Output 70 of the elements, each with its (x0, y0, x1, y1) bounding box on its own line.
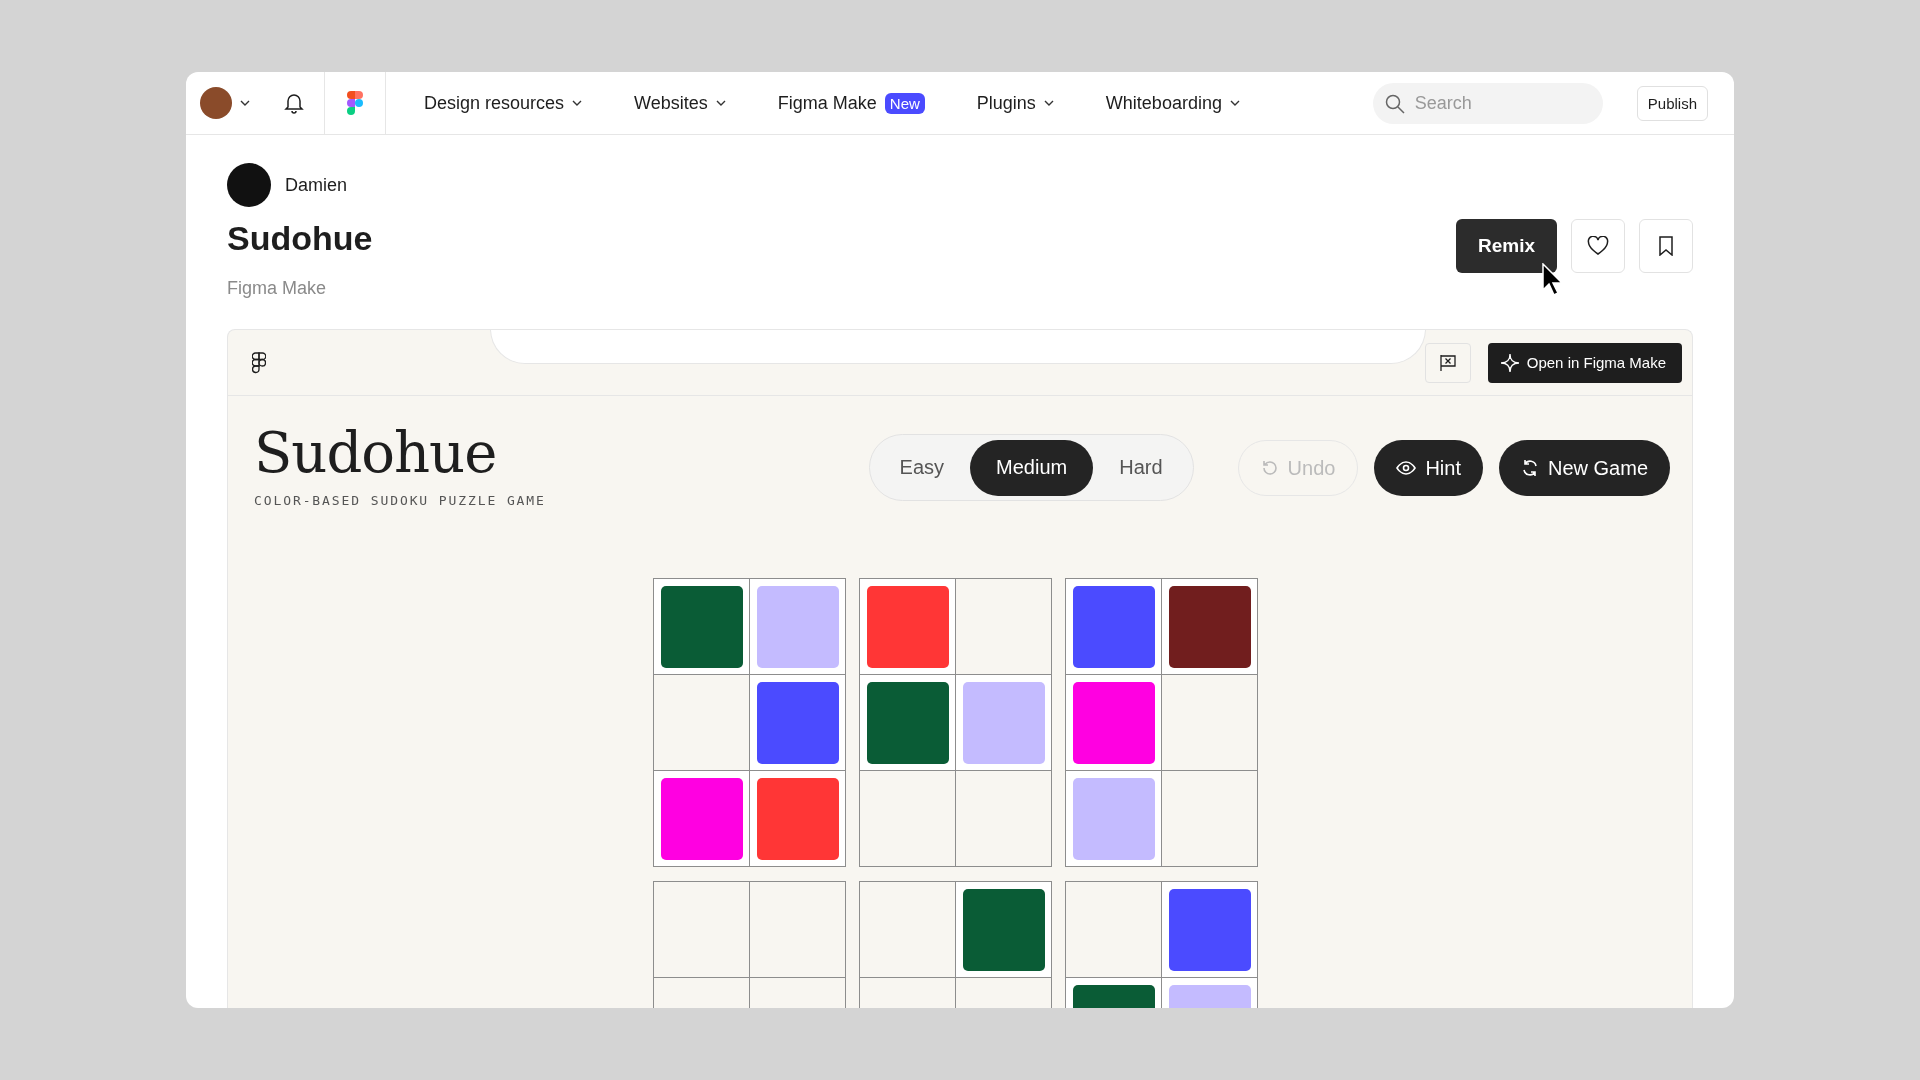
bookmark-icon (1659, 236, 1673, 256)
grid-cell[interactable] (860, 771, 956, 867)
chevron-down-icon (240, 100, 250, 106)
grid-cell[interactable] (654, 771, 750, 867)
hint-button[interactable]: Hint (1374, 440, 1483, 496)
grid-cell[interactable] (860, 579, 956, 675)
grid-cell[interactable] (1162, 579, 1258, 675)
difficulty-tab[interactable]: Easy (873, 439, 971, 496)
grid-cell[interactable] (750, 579, 846, 675)
grid-cell[interactable] (750, 882, 846, 978)
new-badge: New (884, 92, 925, 114)
grid-cell[interactable] (860, 675, 956, 771)
grid-cell[interactable] (750, 675, 846, 771)
color-tile[interactable] (660, 777, 743, 860)
color-tile[interactable] (866, 681, 949, 764)
grid-cell[interactable] (1066, 675, 1162, 771)
color-tile[interactable] (962, 681, 1045, 764)
grid-cell[interactable] (1066, 771, 1162, 867)
author-name[interactable]: Damien (285, 174, 348, 196)
remix-button[interactable]: Remix (1456, 219, 1557, 273)
eye-icon (1396, 461, 1417, 475)
nav-link[interactable]: Websites (634, 92, 708, 114)
grid-cell[interactable] (750, 771, 846, 867)
logo-icon[interactable] (347, 91, 363, 115)
game-title: Sudohue (254, 425, 498, 481)
grid-cell[interactable] (1162, 882, 1258, 978)
bookmark-button[interactable] (1639, 219, 1693, 273)
color-tile[interactable] (1168, 585, 1251, 668)
nav-link[interactable]: Whiteboarding (1105, 92, 1222, 114)
grid-cell[interactable] (956, 771, 1052, 867)
file-subtitle: Figma Make (227, 278, 328, 299)
undo-icon (1260, 459, 1279, 477)
color-tile[interactable] (1072, 585, 1155, 668)
color-tile[interactable] (1072, 777, 1155, 860)
game-tagline: COLOR-BASED SUDOKU PUZZLE GAME (254, 493, 546, 508)
nav-link[interactable]: Figma Make (777, 92, 877, 114)
nav-link[interactable]: Plugins (976, 92, 1036, 114)
grid-cell[interactable] (956, 675, 1052, 771)
grid-cell[interactable] (1162, 675, 1258, 771)
color-tile[interactable] (756, 585, 839, 668)
color-tile[interactable] (1072, 681, 1155, 764)
open-button[interactable]: Open in Figma Make (1487, 342, 1682, 383)
flag-icon (1438, 353, 1457, 372)
publish-button[interactable]: Publish (1636, 85, 1708, 121)
color-tile[interactable] (962, 888, 1045, 971)
logo-icon (252, 351, 266, 374)
difficulty-tab[interactable]: Medium (970, 439, 1094, 496)
grid-cell[interactable] (654, 882, 750, 978)
grid-cell[interactable] (956, 882, 1052, 978)
difficulty-tab[interactable]: Hard (1093, 439, 1189, 496)
file-title: Sudohue (227, 219, 373, 258)
sparkle-icon (1499, 352, 1520, 373)
nav-link[interactable]: Design resources (424, 92, 565, 114)
new-button[interactable]: New Game (1498, 440, 1670, 496)
color-tile[interactable] (1168, 888, 1251, 971)
search-field[interactable]: Search (1372, 82, 1603, 124)
report-button[interactable] (1424, 342, 1471, 383)
color-tile[interactable] (756, 681, 839, 764)
grid-cell[interactable] (654, 579, 750, 675)
grid-cell[interactable] (1066, 579, 1162, 675)
author-avatar[interactable] (227, 163, 271, 207)
color-tile[interactable] (866, 585, 949, 668)
like-button[interactable] (1571, 219, 1625, 273)
color-tile[interactable] (660, 585, 743, 668)
color-tile[interactable] (756, 777, 839, 860)
grid-cell[interactable] (1162, 771, 1258, 867)
refresh-icon (1520, 459, 1539, 477)
bell-icon[interactable] (284, 92, 304, 114)
heart-icon (1587, 236, 1609, 256)
user-avatar[interactable] (200, 87, 232, 119)
